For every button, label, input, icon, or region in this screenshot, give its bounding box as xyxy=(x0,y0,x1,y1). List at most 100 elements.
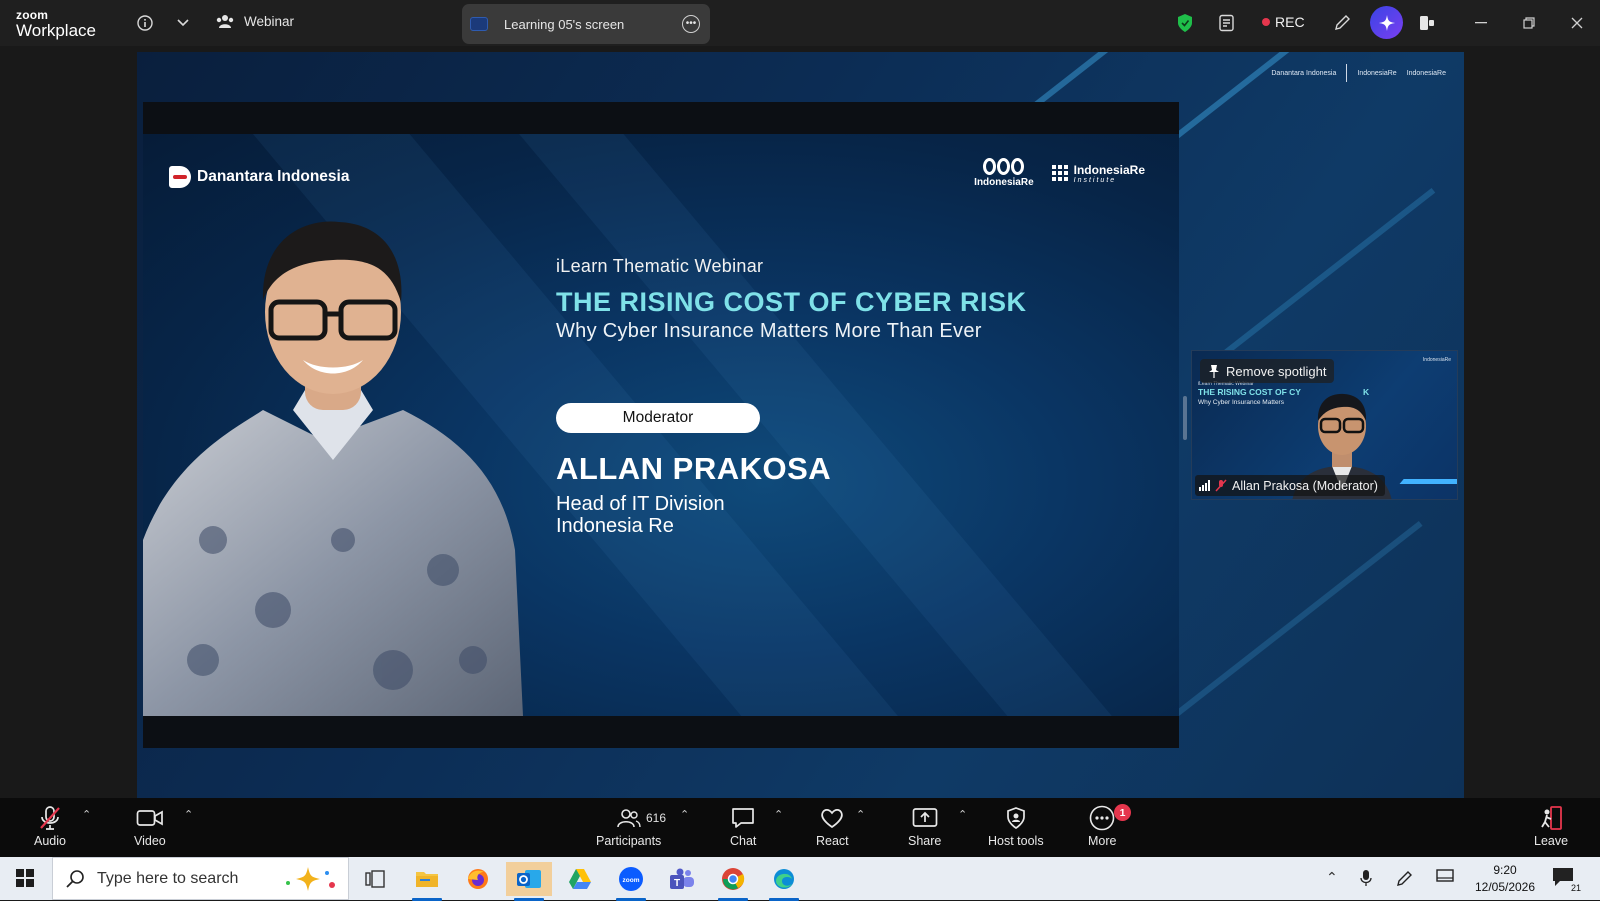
leave-door-icon xyxy=(1541,806,1562,830)
tile-decor xyxy=(1390,479,1457,495)
svg-text:zoom: zoom xyxy=(623,877,640,884)
signal-strength-icon xyxy=(1199,480,1210,491)
ire-institute-text: IndonesiaRe xyxy=(1073,162,1145,177)
audio-options-caret-icon[interactable]: ⌃ xyxy=(82,808,91,821)
host-shield-icon xyxy=(1006,807,1025,829)
slide-text-block: iLearn Thematic Webinar THE RISING COST … xyxy=(556,256,1156,537)
participant-name: Allan Prakosa (Moderator) xyxy=(1232,478,1378,493)
recording-dot-icon xyxy=(1262,18,1270,26)
danantara-logo: Danantara Indonesia xyxy=(169,166,349,188)
outlook-icon[interactable] xyxy=(506,862,552,901)
show-hidden-icons-icon[interactable]: ⌃ xyxy=(1326,869,1338,886)
speaker-title: Head of IT Division Indonesia Re xyxy=(556,493,1156,537)
google-drive-icon[interactable] xyxy=(557,862,603,896)
more-notification-badge: 1 xyxy=(1114,804,1131,821)
speaker-title-line1: Head of IT Division xyxy=(556,493,725,515)
teams-icon[interactable]: T xyxy=(659,862,705,896)
search-icon xyxy=(66,869,84,888)
search-highlight-icon xyxy=(286,866,335,891)
participants-caret-icon[interactable]: ⌃ xyxy=(680,808,689,821)
zoom-app-icon[interactable]: zoom xyxy=(608,862,654,901)
edge-icon[interactable] xyxy=(761,862,807,901)
decor-stripe xyxy=(1195,187,1436,378)
taskbar-search[interactable]: Type here to search xyxy=(52,857,349,900)
firefox-icon[interactable] xyxy=(455,862,501,896)
muted-mic-icon xyxy=(1215,479,1227,492)
webinar-icon xyxy=(216,15,234,28)
meeting-toolbar: Audio ⌃ Video ⌃ Participants 616 ⌃ Chat … xyxy=(0,798,1600,857)
file-explorer-icon[interactable] xyxy=(404,862,450,901)
restore-icon[interactable] xyxy=(1514,10,1544,36)
view-options-icon[interactable]: ••• xyxy=(682,15,700,33)
webinar-headline: THE RISING COST OF CYBER RISK xyxy=(556,287,1027,317)
chat-bubble-icon xyxy=(732,808,755,828)
react-label: React xyxy=(816,834,849,848)
title-bar: zoom Workplace Webinar Learning 05's scr… xyxy=(0,0,1600,46)
windows-start-icon[interactable] xyxy=(16,869,34,887)
share-header-logos: Danantara Indonesia IndonesiaRe Indonesi… xyxy=(1271,64,1446,82)
video-camera-icon xyxy=(136,810,163,826)
apps-icon[interactable] xyxy=(1416,12,1438,34)
close-icon[interactable] xyxy=(1562,10,1592,36)
clock-time: 9:20 xyxy=(1493,863,1517,877)
slide-content: Danantara Indonesia IndonesiaRe Indonesi… xyxy=(143,134,1179,716)
svg-text:T: T xyxy=(674,878,680,889)
encryption-shield-icon[interactable] xyxy=(1174,12,1196,34)
chrome-icon[interactable] xyxy=(710,862,756,901)
share-button[interactable]: Share xyxy=(908,804,941,848)
leave-label: Leave xyxy=(1534,834,1569,848)
system-clock[interactable]: 9:20 12/05/2026 xyxy=(1470,862,1540,896)
logo-separator xyxy=(1346,64,1348,82)
danantara-mark-icon xyxy=(169,166,191,188)
participant-count: 616 xyxy=(646,811,667,825)
brand-large: Workplace xyxy=(16,21,96,40)
more-button[interactable]: More xyxy=(1088,804,1116,848)
microphone-tray-icon[interactable] xyxy=(1360,869,1372,890)
react-caret-icon[interactable]: ⌃ xyxy=(856,808,865,821)
host-tools-button[interactable]: Host tools xyxy=(988,804,1044,848)
speaker-name: ALLAN PRAKOSA xyxy=(556,451,832,486)
more-dots-icon xyxy=(1089,805,1115,831)
notification-center-icon[interactable]: 21 xyxy=(1552,867,1582,893)
more-label: More xyxy=(1088,834,1117,848)
captions-icon[interactable] xyxy=(1216,12,1238,34)
webinar-kicker: iLearn Thematic Webinar xyxy=(556,256,764,276)
meeting-info-icon[interactable] xyxy=(134,12,156,34)
ai-companion-button[interactable] xyxy=(1370,6,1403,39)
os-taskbar: Type here to search zoom T ⌃ 9:20 12/05/… xyxy=(0,857,1600,901)
minimize-icon[interactable] xyxy=(1466,10,1496,36)
recording-indicator[interactable]: REC xyxy=(1262,14,1305,30)
pin-icon xyxy=(1209,365,1219,378)
remove-spotlight-button[interactable]: Remove spotlight xyxy=(1200,359,1335,383)
panel-resize-handle[interactable] xyxy=(1183,396,1187,440)
video-button[interactable]: Video xyxy=(134,804,166,848)
rec-label: REC xyxy=(1275,14,1305,30)
leave-button[interactable]: Leave xyxy=(1534,804,1568,848)
danantara-logo-text: Danantara Indonesia xyxy=(197,168,350,186)
ire-institute-grid-icon xyxy=(1051,165,1068,181)
audio-button[interactable]: Audio xyxy=(34,804,66,848)
ire-rings-icon xyxy=(983,158,1025,175)
chat-caret-icon[interactable]: ⌃ xyxy=(774,808,783,821)
display-tray-icon[interactable] xyxy=(1436,869,1454,888)
video-label: Video xyxy=(134,834,166,848)
participant-name-chip: Allan Prakosa (Moderator) xyxy=(1195,475,1385,496)
react-button[interactable]: React xyxy=(816,804,849,848)
share-logo-ire: IndonesiaRe xyxy=(1357,69,1397,77)
app-logo: zoom Workplace xyxy=(16,9,96,39)
chat-button[interactable]: Chat xyxy=(730,804,756,848)
share-caret-icon[interactable]: ⌃ xyxy=(958,808,967,821)
remove-spotlight-label: Remove spotlight xyxy=(1226,363,1327,379)
task-view-icon[interactable] xyxy=(352,862,398,896)
spotlight-video-tile[interactable]: IndonesiaRe iLearn Thematic Webinar THE … xyxy=(1191,350,1458,500)
shared-screen-tab[interactable]: Learning 05's screen ••• xyxy=(462,4,710,44)
pen-tray-icon[interactable] xyxy=(1396,869,1414,890)
annotate-pencil-icon[interactable] xyxy=(1331,12,1353,34)
webinar-subheadline: Why Cyber Insurance Matters More Than Ev… xyxy=(556,320,982,342)
speaker-portrait xyxy=(143,221,523,716)
participants-label: Participants xyxy=(596,834,662,848)
chat-label: Chat xyxy=(730,834,757,848)
chevron-down-icon[interactable] xyxy=(172,12,194,34)
indonesia-re-institute-logo: IndonesiaRe Institute xyxy=(1051,162,1145,184)
video-options-caret-icon[interactable]: ⌃ xyxy=(184,808,193,821)
